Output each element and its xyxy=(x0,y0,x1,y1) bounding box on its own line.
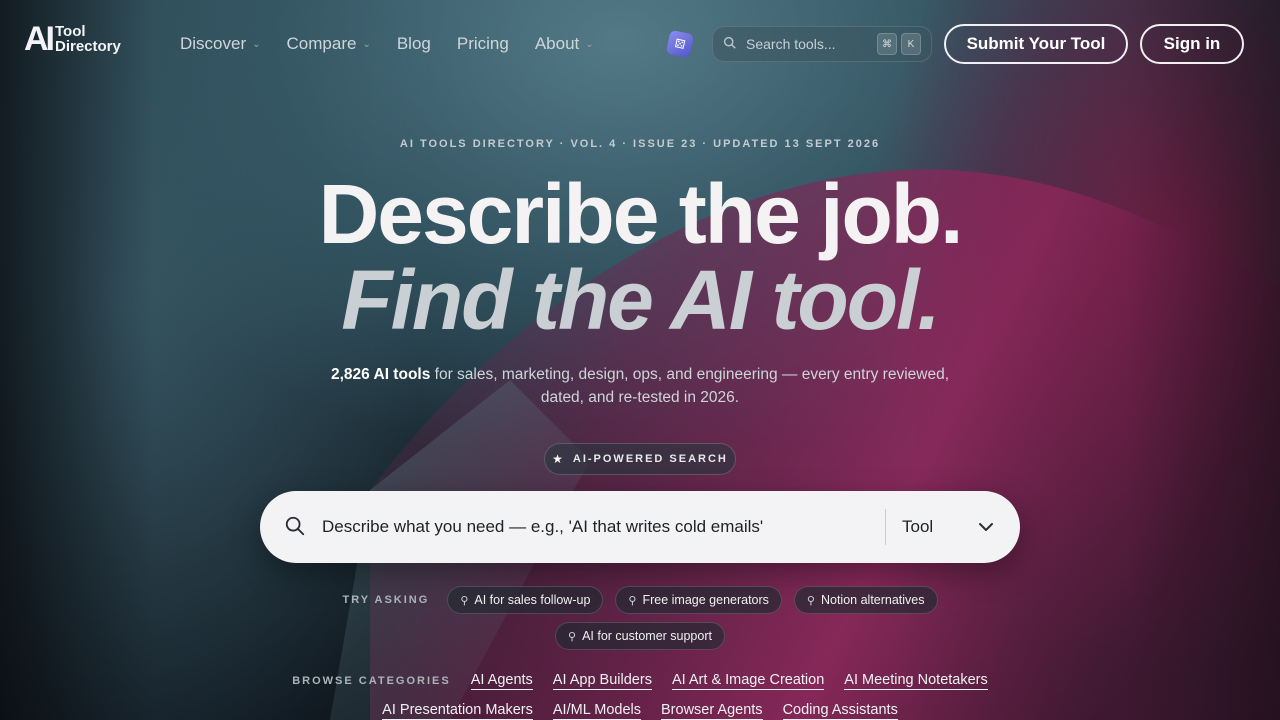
suggestion-chip-label: AI for customer support xyxy=(582,629,712,643)
nav-compare-label: Compare xyxy=(286,34,357,53)
search-icon: ⚲ xyxy=(460,594,469,607)
search-type-select[interactable]: Tool xyxy=(902,517,1020,537)
suggestion-chip[interactable]: ⚲ Notion alternatives xyxy=(793,586,938,614)
category-link[interactable]: AI/ML Models xyxy=(552,702,641,720)
suggestion-chip-label: AI for sales follow-up xyxy=(474,593,591,607)
chevron-down-icon: ⌄ xyxy=(362,38,371,50)
category-link[interactable]: AI Agents xyxy=(470,672,533,690)
sign-in-button[interactable]: Sign in xyxy=(1140,24,1244,64)
logo-line-2: Directory xyxy=(55,38,121,55)
site-logo[interactable]: AI Tool Directory xyxy=(24,22,121,56)
nav-blog-label: Blog xyxy=(396,34,431,53)
try-asking-label: TRY ASKING xyxy=(342,594,430,606)
ai-search-input[interactable]: Describe what you need — e.g., 'AI that … xyxy=(322,517,869,537)
chevron-down-icon: ⌄ xyxy=(585,38,594,50)
nav-compare[interactable]: Compare ⌄ xyxy=(287,34,371,54)
suggestion-chip[interactable]: ⚲ AI for sales follow-up xyxy=(447,586,604,614)
search-icon xyxy=(284,515,308,539)
ai-search-badge: ★ AI-POWERED SEARCH xyxy=(544,443,736,475)
try-asking-row-2: ⚲ AI for customer support xyxy=(0,622,1280,650)
nav-pricing-label: Pricing xyxy=(456,34,509,53)
headline-primary: Describe the job. xyxy=(318,167,964,261)
suggestion-chip-label: Free image generators xyxy=(642,593,769,607)
browse-categories-label: BROWSE CATEGORIES xyxy=(292,675,451,687)
star-icon: ★ xyxy=(552,452,565,466)
top-navigation: AI Tool Directory Discover ⌄ Compare ⌄ B… xyxy=(0,0,1280,88)
nav-blog[interactable]: Blog xyxy=(397,34,431,54)
category-link[interactable]: AI Art & Image Creation xyxy=(671,672,825,690)
command-key-hint: ⌘ xyxy=(877,33,897,55)
nav-discover-label: Discover xyxy=(180,34,247,53)
search-divider xyxy=(885,509,886,545)
category-link[interactable]: Browser Agents xyxy=(661,702,763,720)
search-icon: ⚲ xyxy=(806,594,815,607)
nav-search-input[interactable]: Search tools... ⌘ K xyxy=(712,26,932,62)
ai-search-badge-label: AI-POWERED SEARCH xyxy=(572,453,728,465)
chevron-down-icon: ⌄ xyxy=(252,38,261,50)
search-type-value: Tool xyxy=(902,517,934,536)
hero-description: 2,826 AI tools for sales, marketing, des… xyxy=(310,363,970,409)
random-tool-dice-icon[interactable]: ⚄ xyxy=(665,29,695,59)
nav-about-label: About xyxy=(534,34,580,53)
suggestion-chip[interactable]: ⚲ Free image generators xyxy=(615,586,782,614)
nav-about[interactable]: About ⌄ xyxy=(535,34,594,54)
ai-search-bar: Describe what you need — e.g., 'AI that … xyxy=(260,491,1020,563)
submit-tool-button[interactable]: Submit Your Tool xyxy=(944,24,1128,64)
k-key-hint: K xyxy=(901,33,921,55)
category-link[interactable]: AI Meeting Notetakers xyxy=(844,672,988,690)
logo-wordmark: Tool Directory xyxy=(55,24,121,54)
try-asking-row: TRY ASKING ⚲ AI for sales follow-up ⚲ Free… xyxy=(0,586,1280,614)
nav-search-placeholder: Search tools... xyxy=(746,36,836,52)
issue-eyebrow: AI TOOLS DIRECTORY · VOL. 4 · ISSUE 23 ·… xyxy=(399,138,881,150)
search-icon: ⚲ xyxy=(628,594,637,607)
search-icon xyxy=(723,36,736,52)
chevron-down-icon xyxy=(978,517,994,537)
suggestion-chip[interactable]: ⚲ AI for customer support xyxy=(555,622,725,650)
search-icon: ⚲ xyxy=(568,630,577,643)
hero-description-text: for sales, marketing, design, ops, and e… xyxy=(430,366,950,406)
logo-mark: AI xyxy=(24,20,55,58)
browse-categories-row-2: AI Presentation Makers AI/ML Models Brow… xyxy=(0,702,1280,720)
tool-count: 2,826 AI tools xyxy=(330,366,431,383)
category-link[interactable]: AI Presentation Makers xyxy=(382,702,533,720)
browse-categories-row: BROWSE CATEGORIES AI Agents AI App Build… xyxy=(0,672,1280,690)
category-link[interactable]: AI App Builders xyxy=(552,672,652,690)
nav-discover[interactable]: Discover ⌄ xyxy=(180,34,261,54)
primary-nav: Discover ⌄ Compare ⌄ Blog Pricing About … xyxy=(180,34,594,54)
category-link[interactable]: Coding Assistants xyxy=(782,702,898,720)
nav-pricing[interactable]: Pricing xyxy=(457,34,509,54)
suggestion-chip-label: Notion alternatives xyxy=(820,593,925,607)
headline-secondary: Find the AI tool. xyxy=(341,253,940,347)
